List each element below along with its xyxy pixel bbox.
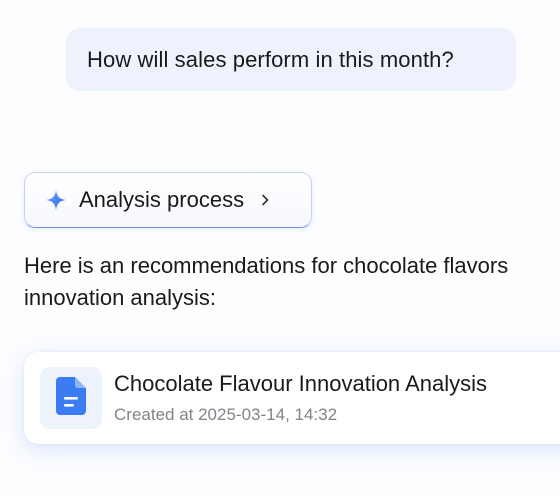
document-icon — [56, 376, 86, 420]
document-created-date: Created at 2025-03-14, 14:32 — [114, 405, 338, 424]
analysis-process-label: Analysis process — [79, 187, 245, 212]
document-icon-tile — [40, 367, 102, 429]
chevron-right-icon — [258, 193, 272, 207]
sparkle-icon — [45, 189, 67, 211]
document-title: Chocolate Flavour Innovation Analysis — [114, 371, 487, 396]
assistant-message-text: Here is an recommendations for chocolate… — [24, 253, 509, 310]
user-message-text: How will sales perform in this month? — [87, 46, 454, 72]
user-message-bubble: How will sales perform in this month? — [66, 28, 516, 91]
analysis-process-button[interactable]: Analysis process — [24, 172, 312, 228]
document-card-text: Chocolate Flavour Innovation Analysis Cr… — [114, 371, 487, 425]
document-card[interactable]: Chocolate Flavour Innovation Analysis Cr… — [24, 352, 560, 444]
chat-view: How will sales perform in this month? An… — [0, 0, 560, 496]
